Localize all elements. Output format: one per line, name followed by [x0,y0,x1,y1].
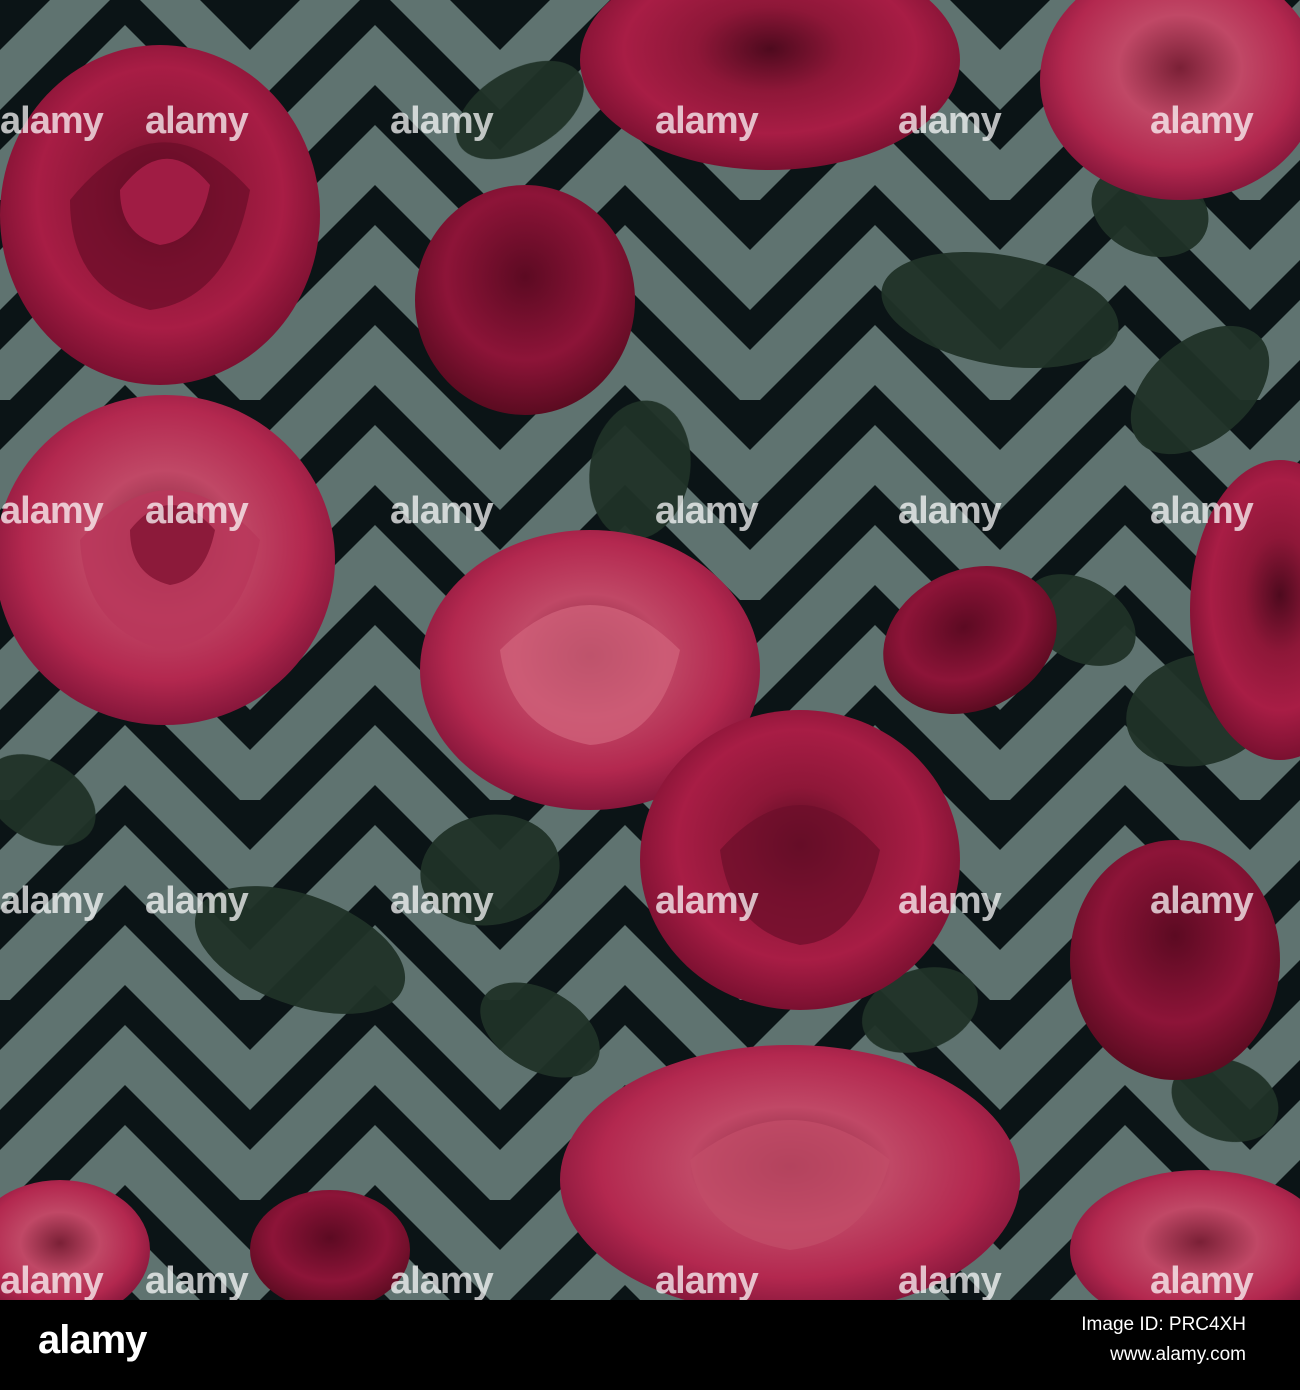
watermark-row: alamy alamy alamy alamy alamy alamy [0,1260,1300,1300]
watermark-row: alamy alamy alamy alamy alamy alamy [0,880,1300,922]
watermark-text: alamy [1150,490,1254,532]
watermark-text: alamy [1150,100,1254,142]
watermark-text: alamy [145,1260,249,1300]
alamy-logo[interactable]: alamy [38,1318,166,1366]
logo-text: alamy [38,1318,147,1362]
stock-image-page: alamy alamy alamy alamy alamy alamy alam… [0,0,1300,1390]
watermark-text: alamy [898,100,1002,142]
watermark-text: alamy [898,1260,1002,1300]
rose-chevron-pattern-image: alamy alamy alamy alamy alamy alamy alam… [0,0,1300,1300]
watermark-text: alamy [390,880,494,922]
watermark-text: alamy [655,490,759,532]
watermark-text: alamy [898,490,1002,532]
watermark-text: alamy [1150,1260,1254,1300]
watermark-text: alamy [655,880,759,922]
watermark-text: alamy [0,1260,104,1300]
watermark-text: alamy [1150,880,1254,922]
watermark-text: alamy [0,880,104,922]
watermark-row: alamy alamy alamy alamy alamy alamy [0,100,1300,142]
watermark-text: alamy [0,100,104,142]
site-url-link[interactable]: www.alamy.com [1110,1342,1246,1368]
watermark-text: alamy [390,1260,494,1300]
watermark-row: alamy alamy alamy alamy alamy alamy [0,490,1300,532]
watermark-text: alamy [655,1260,759,1300]
watermark-text: alamy [390,490,494,532]
watermark-text: alamy [145,490,249,532]
watermark-text: alamy [145,880,249,922]
watermark-text: alamy [0,490,104,532]
footer-bar: alamy Image ID: PRC4XH www.alamy.com [0,1300,1300,1390]
watermark-text: alamy [145,100,249,142]
watermark-text: alamy [898,880,1002,922]
image-id-label: Image ID: PRC4XH [1081,1314,1246,1335]
watermark-text: alamy [655,100,759,142]
watermark-text: alamy [390,100,494,142]
